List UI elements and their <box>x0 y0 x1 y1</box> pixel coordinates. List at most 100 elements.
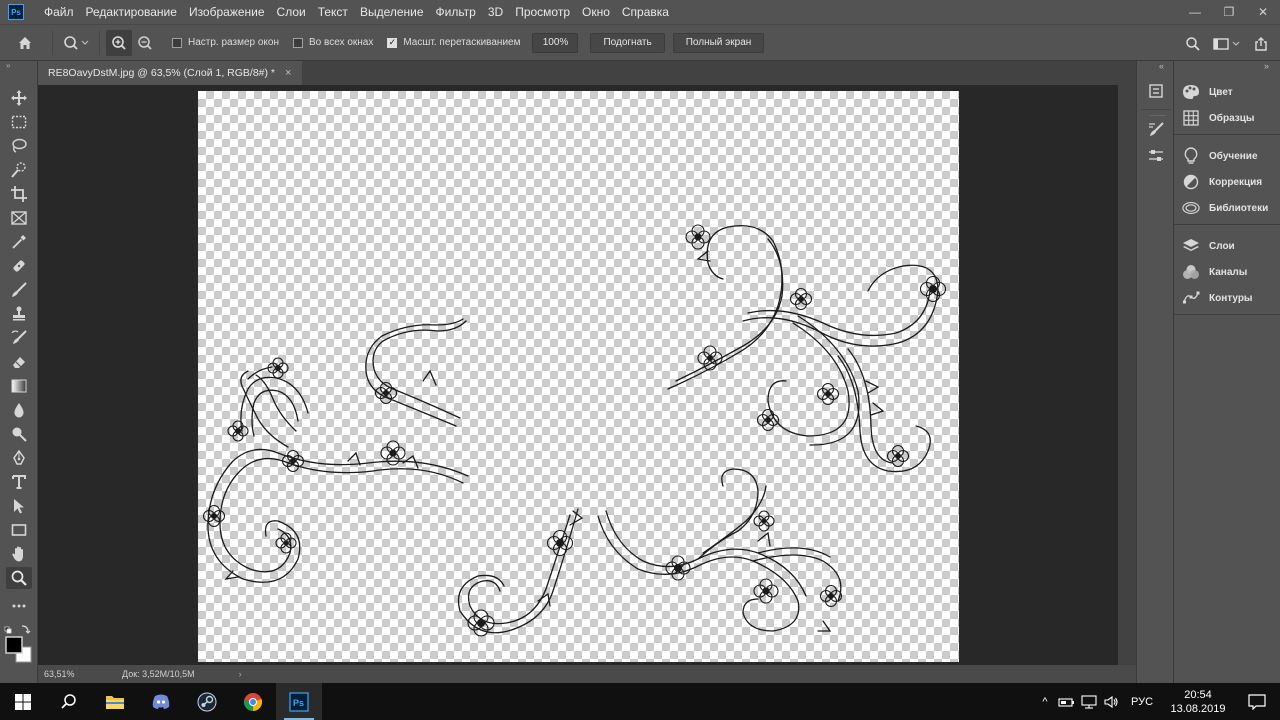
zoom-tool-icon[interactable] <box>6 567 32 589</box>
battery-icon[interactable] <box>1056 696 1078 708</box>
collapse-dock-icon[interactable]: « <box>1159 61 1164 71</box>
resize-windows-checkbox[interactable]: Настр. размер окон <box>172 37 279 48</box>
zoom-in-icon[interactable] <box>106 29 132 56</box>
photoshop-logo-icon[interactable]: Ps <box>8 4 24 20</box>
pen-tool-icon[interactable] <box>6 447 32 469</box>
rectangle-tool-icon[interactable] <box>6 519 32 541</box>
tray-overflow-icon[interactable]: ^ <box>1034 696 1056 708</box>
panel-libraries[interactable]: Библиотеки <box>1174 195 1280 221</box>
panel-channels[interactable]: Каналы <box>1174 259 1280 285</box>
menu-edit[interactable]: Редактирование <box>80 0 183 24</box>
brush-settings-icon[interactable] <box>1144 118 1168 140</box>
tools-panel: » <box>0 61 38 683</box>
more-tools-icon[interactable] <box>6 595 32 617</box>
panel-color-label: Цвет <box>1209 86 1233 98</box>
document-tab-bar: RE8OavyDstM.jpg @ 63,5% (Слой 1, RGB/8#)… <box>38 61 1136 85</box>
gradient-tool-icon[interactable] <box>6 375 32 397</box>
zoom-out-icon[interactable] <box>132 30 158 56</box>
menu-select[interactable]: Выделение <box>354 0 430 24</box>
check-icon[interactable]: ✓ <box>387 37 398 48</box>
start-icon[interactable] <box>0 683 46 720</box>
photoshop-icon[interactable]: Ps <box>276 683 322 720</box>
menu-view[interactable]: Просмотр <box>509 0 576 24</box>
close-tab-icon[interactable]: × <box>285 67 291 79</box>
frame-tool-icon[interactable] <box>6 207 32 229</box>
eyedropper-tool-icon[interactable] <box>6 231 32 253</box>
menu-image[interactable]: Изображение <box>183 0 271 24</box>
menu-window[interactable]: Окно <box>576 0 616 24</box>
panel-swatches[interactable]: Образцы <box>1174 105 1280 131</box>
menu-filter[interactable]: Фильтр <box>430 0 482 24</box>
menu-3d[interactable]: 3D <box>482 0 509 24</box>
fit-screen-button[interactable]: Подогнать <box>590 32 665 53</box>
chrome-icon[interactable] <box>230 683 276 720</box>
zoom-tool-preset-icon[interactable] <box>59 30 93 56</box>
restore-button[interactable]: ❐ <box>1212 0 1246 24</box>
all-windows-checkbox[interactable]: Во всех окнах <box>293 37 373 48</box>
stamp-tool-icon[interactable] <box>6 303 32 325</box>
adjust-sliders-icon[interactable] <box>1144 145 1168 167</box>
close-button[interactable]: ✕ <box>1246 0 1280 24</box>
hand-tool-icon[interactable] <box>6 543 32 565</box>
panels-collapsed: » Цвет Образцы Обучение Коррекция Библио… <box>1174 61 1280 683</box>
scrubby-zoom-checkbox[interactable]: ✓ Масшт. перетаскиванием <box>387 37 520 48</box>
language-indicator[interactable]: РУС <box>1122 696 1162 708</box>
scrubby-zoom-label: Масшт. перетаскиванием <box>403 37 521 48</box>
svg-text:Ps: Ps <box>293 698 304 708</box>
discord-icon[interactable] <box>138 683 184 720</box>
menu-file[interactable]: Файл <box>38 0 80 24</box>
panel-learn[interactable]: Обучение <box>1174 143 1280 169</box>
workspace-switcher-icon[interactable] <box>1210 31 1244 57</box>
default-colors-icon <box>4 626 12 634</box>
panel-layers-label: Слои <box>1209 240 1235 252</box>
zoom-value-field[interactable]: 100% <box>532 32 579 53</box>
search-icon[interactable] <box>1180 31 1206 57</box>
history-brush-tool-icon[interactable] <box>6 327 32 349</box>
document-canvas[interactable] <box>198 91 959 662</box>
volume-icon[interactable] <box>1100 695 1122 709</box>
search-icon[interactable] <box>46 683 92 720</box>
move-tool-icon[interactable] <box>6 87 32 109</box>
panel-color[interactable]: Цвет <box>1174 79 1280 105</box>
adjustments-icon <box>1182 173 1200 191</box>
panel-channels-label: Каналы <box>1209 266 1248 278</box>
notifications-icon[interactable] <box>1234 693 1280 710</box>
file-explorer-icon[interactable] <box>92 683 138 720</box>
crop-tool-icon[interactable] <box>6 183 32 205</box>
panel-layers[interactable]: Слои <box>1174 233 1280 259</box>
properties-icon[interactable] <box>1144 80 1168 102</box>
type-tool-icon[interactable] <box>6 471 32 493</box>
eraser-tool-icon[interactable] <box>6 351 32 373</box>
share-icon[interactable] <box>1248 31 1274 57</box>
document-tab[interactable]: RE8OavyDstM.jpg @ 63,5% (Слой 1, RGB/8#)… <box>38 61 302 85</box>
panel-paths-label: Контуры <box>1209 292 1253 304</box>
healing-brush-tool-icon[interactable] <box>6 255 32 277</box>
status-menu-arrow-icon[interactable]: › <box>239 669 242 679</box>
network-icon[interactable] <box>1078 694 1100 709</box>
brush-tool-icon[interactable] <box>6 279 32 301</box>
marquee-tool-icon[interactable] <box>6 111 32 133</box>
dodge-tool-icon[interactable] <box>6 423 32 445</box>
clock[interactable]: 20:54 13.08.2019 <box>1162 688 1234 716</box>
panel-adjustments[interactable]: Коррекция <box>1174 169 1280 195</box>
status-document-size: Док: 3,52M/10,5M <box>122 669 195 679</box>
menu-help[interactable]: Справка <box>616 0 675 24</box>
lasso-tool-icon[interactable] <box>6 135 32 157</box>
quick-select-tool-icon[interactable] <box>6 159 32 181</box>
steam-icon[interactable] <box>184 683 230 720</box>
panel-paths[interactable]: Контуры <box>1174 285 1280 311</box>
canvas-workspace[interactable] <box>38 85 1118 665</box>
menu-type[interactable]: Текст <box>312 0 354 24</box>
fill-screen-button[interactable]: Полный экран <box>672 32 765 53</box>
status-zoom-level[interactable]: 63,51% <box>38 669 98 679</box>
menu-layers[interactable]: Слои <box>271 0 312 24</box>
blur-tool-icon[interactable] <box>6 399 32 421</box>
all-windows-checkbox-box[interactable] <box>293 37 303 48</box>
vertical-scrollbar[interactable] <box>1118 85 1136 665</box>
path-select-tool-icon[interactable] <box>6 495 32 517</box>
toolbar-collapse-icon[interactable]: » <box>0 61 37 73</box>
home-icon[interactable] <box>12 30 38 56</box>
resize-windows-checkbox-box[interactable] <box>172 37 182 48</box>
expand-panels-icon[interactable]: » <box>1264 61 1269 71</box>
minimize-button[interactable]: — <box>1178 0 1212 24</box>
